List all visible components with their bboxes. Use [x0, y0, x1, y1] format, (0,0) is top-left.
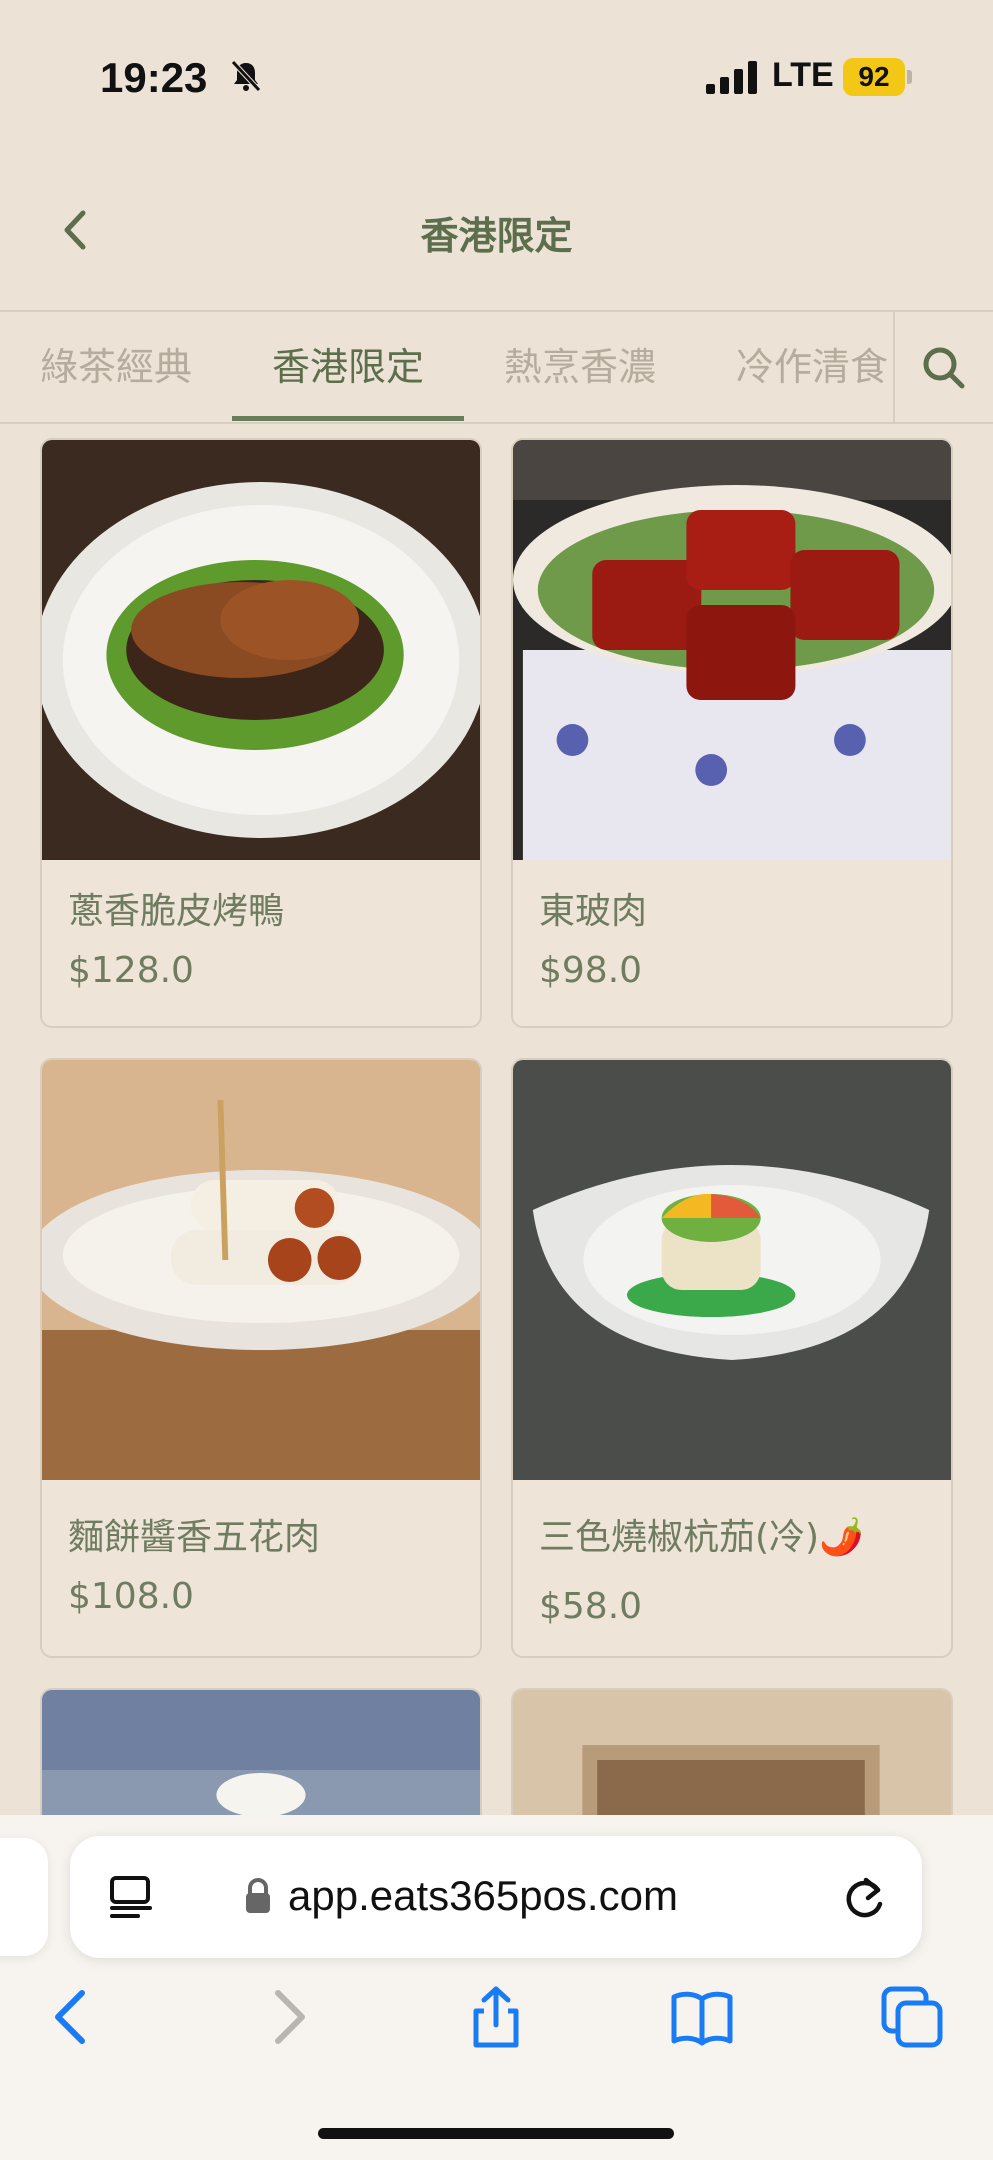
menu-item-card[interactable]: 東玻肉 $98.0 [511, 438, 953, 1028]
dish-photo-dongpo-pork [513, 440, 951, 860]
item-name: 三色燒椒杭茄(冷)🌶️ [539, 1517, 864, 1558]
bookmarks-icon[interactable] [670, 1985, 734, 2049]
battery-indicator: 92 [843, 58, 905, 96]
reader-icon[interactable] [106, 1872, 156, 1922]
reload-icon[interactable] [840, 1870, 890, 1924]
category-tabs: 綠茶經典 香港限定 熱烹香濃 冷作清食 [0, 312, 893, 422]
lock-icon [246, 1878, 270, 1913]
search-icon[interactable] [920, 344, 966, 390]
tab-hot-dishes[interactable]: 熱烹香濃 [464, 312, 696, 422]
item-price: $98.0 [539, 950, 643, 991]
url-text[interactable]: app.eats365pos.com [288, 1872, 678, 1920]
item-name: 麵餅醬香五花肉 [68, 1517, 321, 1558]
dish-photo-pork-belly-wraps [42, 1060, 480, 1480]
tab-hong-kong-exclusive[interactable]: 香港限定 [232, 312, 464, 422]
dish-photo-tricolor-eggplant [513, 1060, 951, 1480]
status-time: 19:23 [100, 54, 208, 101]
dish-photo-roast-duck [42, 440, 480, 860]
signal-icon [706, 61, 757, 94]
tab-green-tea-classics[interactable]: 綠茶經典 [0, 312, 232, 422]
menu-item-card[interactable]: 三色燒椒杭茄(冷)🌶️ $58.0 [511, 1058, 953, 1658]
menu-item-card[interactable]: 麵餅醬香五花肉 $108.0 [40, 1058, 482, 1658]
menu-item-card[interactable]: 蔥香脆皮烤鴨 $128.0 [40, 438, 482, 1028]
item-price: $108.0 [68, 1576, 194, 1617]
item-name: 蔥香脆皮烤鴨 [68, 891, 285, 932]
home-indicator [318, 2128, 674, 2139]
tabs-icon[interactable] [880, 1985, 944, 2049]
network-label: LTE [772, 56, 834, 94]
item-price: $58.0 [539, 1586, 643, 1627]
silent-bell-icon [231, 60, 261, 92]
item-price: $128.0 [68, 950, 194, 991]
share-icon[interactable] [464, 1985, 528, 2049]
item-name: 東玻肉 [539, 891, 648, 932]
tab-cold-dishes[interactable]: 冷作清食 [696, 312, 893, 422]
active-tab-indicator [232, 416, 464, 421]
tabs-divider [893, 312, 895, 422]
tabs-bottom-divider [0, 422, 993, 424]
battery-tip [907, 70, 912, 84]
page-title: 香港限定 [420, 214, 573, 258]
back-icon[interactable] [40, 1985, 104, 2049]
forward-icon[interactable] [256, 1985, 320, 2049]
previous-tab-pill[interactable] [0, 1838, 48, 1956]
status-bar: 19:23 LTE 92 [0, 0, 993, 150]
